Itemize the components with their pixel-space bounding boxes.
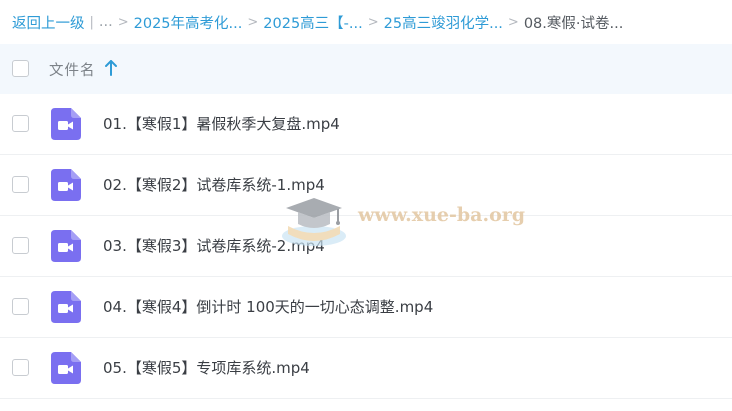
row-checkbox[interactable] (12, 237, 29, 254)
breadcrumb-separator: | (89, 14, 94, 30)
row-checkbox[interactable] (12, 298, 29, 315)
breadcrumb-item[interactable]: 2025高三【-... (263, 12, 362, 33)
row-checkbox[interactable] (12, 359, 29, 376)
breadcrumb-item[interactable]: 2025年高考化... (134, 12, 243, 33)
breadcrumb-separator: > (507, 14, 519, 30)
select-all-checkbox[interactable] (12, 60, 29, 77)
video-file-icon (51, 352, 81, 384)
breadcrumb-separator: > (367, 14, 379, 30)
table-row[interactable]: 01.【寒假1】暑假秋季大复盘.mp4 (0, 94, 732, 155)
breadcrumb: 返回上一级 | ... > 2025年高考化... > 2025高三【-... … (0, 0, 732, 44)
table-row[interactable]: 05.【寒假5】专项库系统.mp4 (0, 338, 732, 399)
table-row[interactable]: 04.【寒假4】倒计时 100天的一切心态调整.mp4 (0, 277, 732, 338)
video-file-icon (51, 169, 81, 201)
graduation-cap-icon (282, 198, 346, 246)
video-file-icon (51, 230, 81, 262)
watermark: www.xue-ba.org (278, 190, 528, 250)
column-header-filename[interactable]: 文件名 (49, 59, 96, 80)
row-checkbox[interactable] (12, 176, 29, 193)
back-link[interactable]: 返回上一级 (12, 12, 85, 33)
row-checkbox[interactable] (12, 115, 29, 132)
table-header: 文件名 (0, 44, 732, 94)
video-file-icon (51, 108, 81, 140)
file-name[interactable]: 04.【寒假4】倒计时 100天的一切心态调整.mp4 (103, 296, 433, 317)
file-browser: 返回上一级 | ... > 2025年高考化... > 2025高三【-... … (0, 0, 732, 411)
arrow-up-icon[interactable] (104, 59, 118, 77)
breadcrumb-current: 08.寒假·试卷... (523, 15, 624, 32)
file-name[interactable]: 01.【寒假1】暑假秋季大复盘.mp4 (103, 113, 340, 134)
breadcrumb-separator: > (247, 14, 259, 30)
breadcrumb-separator: > (117, 14, 129, 30)
file-name[interactable]: 05.【寒假5】专项库系统.mp4 (103, 357, 310, 378)
breadcrumb-ellipsis[interactable]: ... (99, 14, 113, 30)
watermark-text: www.xue-ba.org (358, 204, 526, 226)
video-file-icon (51, 291, 81, 323)
breadcrumb-item[interactable]: 25高三竣羽化学... (384, 12, 503, 33)
